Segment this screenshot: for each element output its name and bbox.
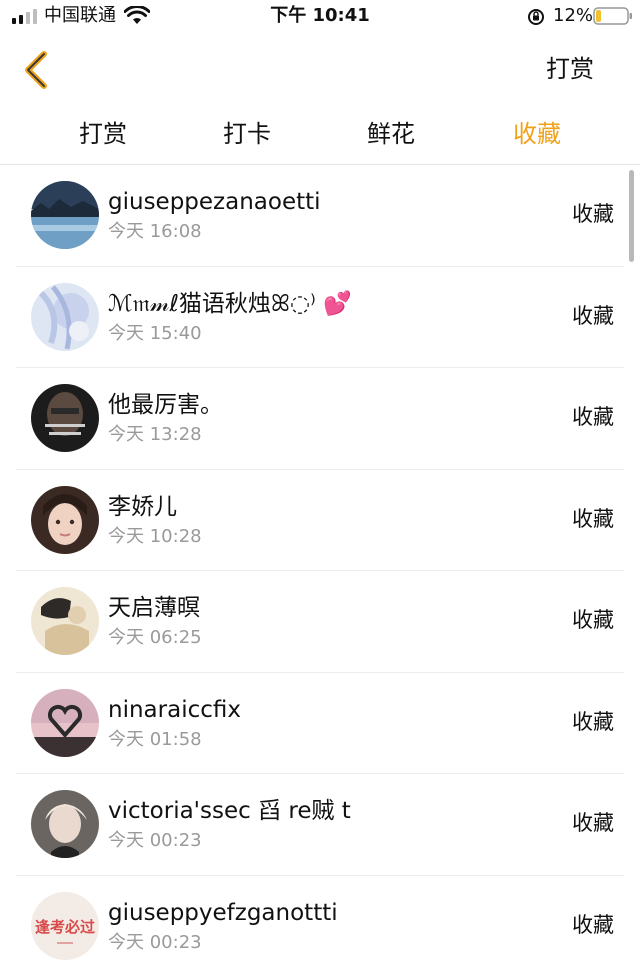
favorite-label: 收藏 bbox=[572, 912, 614, 937]
list-item[interactable]: giuseppezanaoetti 今天 16:08 收藏 bbox=[16, 165, 624, 267]
item-time: 今天 00:23 bbox=[108, 830, 202, 851]
item-time: 今天 13:28 bbox=[108, 424, 202, 445]
scrollbar[interactable] bbox=[629, 170, 634, 262]
rotation-lock-icon bbox=[528, 9, 544, 25]
item-time: 今天 16:08 bbox=[108, 221, 202, 242]
screen: 中国联通 下午 10:41 12% 打赏 打赏 打卡 鲜花 收藏 giusepp… bbox=[0, 0, 640, 971]
battery-percent: 12% bbox=[553, 5, 594, 26]
list-item[interactable]: ninaraiccfix 今天 01:58 收藏 bbox=[16, 673, 624, 774]
list-item[interactable]: ℳ𝔪𝓂ℓ猫语秋烛ꕤ◌⁾ 💕 今天 15:40 收藏 bbox=[16, 267, 624, 368]
favorite-label: 收藏 bbox=[572, 811, 614, 835]
avatar[interactable] bbox=[31, 282, 99, 351]
status-bar: 中国联通 下午 10:41 12% bbox=[0, 0, 640, 34]
tab-bar: 打赏 打卡 鲜花 收藏 bbox=[0, 112, 640, 158]
avatar[interactable]: 逢考必过 bbox=[31, 891, 99, 960]
item-time: 今天 10:28 bbox=[108, 525, 202, 547]
user-name: giuseppezanaoetti bbox=[108, 189, 321, 215]
avatar-text: 逢考必过 bbox=[35, 918, 95, 936]
user-name: ℳ𝔪𝓂ℓ猫语秋烛ꕤ◌⁾ 💕 bbox=[108, 290, 352, 317]
item-time: 今天 15:40 bbox=[108, 322, 202, 344]
favorite-label: 收藏 bbox=[572, 506, 614, 531]
item-time: 今天 00:23 bbox=[108, 931, 202, 953]
favorite-label: 收藏 bbox=[572, 608, 614, 632]
item-time: 今天 06:25 bbox=[108, 627, 202, 648]
user-name: ninaraiccfix bbox=[108, 696, 241, 723]
favorite-label: 收藏 bbox=[572, 405, 614, 429]
avatar[interactable] bbox=[31, 688, 99, 757]
chevron-left-icon bbox=[25, 51, 47, 89]
avatar[interactable] bbox=[31, 181, 99, 249]
user-name: 李娇儿 bbox=[108, 493, 177, 520]
favorites-list: giuseppezanaoetti 今天 16:08 收藏 ℳ𝔪𝓂ℓ猫语秋烛ꕤ◌… bbox=[0, 165, 640, 971]
avatar[interactable] bbox=[31, 587, 99, 655]
tab-reward[interactable]: 打赏 bbox=[63, 112, 143, 156]
list-item[interactable]: 李娇儿 今天 10:28 收藏 bbox=[16, 470, 624, 571]
list-item[interactable]: 天启薄暝 今天 06:25 收藏 bbox=[16, 571, 624, 673]
back-button[interactable] bbox=[16, 46, 60, 94]
item-time: 今天 01:58 bbox=[108, 728, 202, 750]
avatar[interactable] bbox=[31, 790, 99, 858]
user-name: 他最厉害。 bbox=[108, 392, 223, 418]
user-name: victoria'ssec 舀 re贼 t bbox=[108, 798, 351, 824]
avatar[interactable] bbox=[31, 384, 99, 452]
user-name: giuseppyefzganottti bbox=[108, 899, 338, 926]
user-name: 天启薄暝 bbox=[108, 595, 200, 621]
avatar[interactable] bbox=[31, 485, 99, 554]
reward-button[interactable]: 打赏 bbox=[546, 52, 594, 86]
tab-favorites[interactable]: 收藏 bbox=[497, 112, 577, 156]
list-item[interactable]: 他最厉害。 今天 13:28 收藏 bbox=[16, 368, 624, 470]
favorite-label: 收藏 bbox=[572, 303, 614, 328]
favorite-label: 收藏 bbox=[572, 202, 614, 226]
favorite-label: 收藏 bbox=[572, 709, 614, 734]
list-item[interactable]: 逢考必过 giuseppyefzganottti 今天 00:23 收藏 bbox=[16, 876, 624, 971]
tab-checkin[interactable]: 打卡 bbox=[207, 112, 287, 156]
list-item[interactable]: victoria'ssec 舀 re贼 t 今天 00:23 收藏 bbox=[16, 774, 624, 876]
tab-flowers[interactable]: 鲜花 bbox=[351, 112, 431, 156]
battery-icon bbox=[593, 7, 632, 25]
